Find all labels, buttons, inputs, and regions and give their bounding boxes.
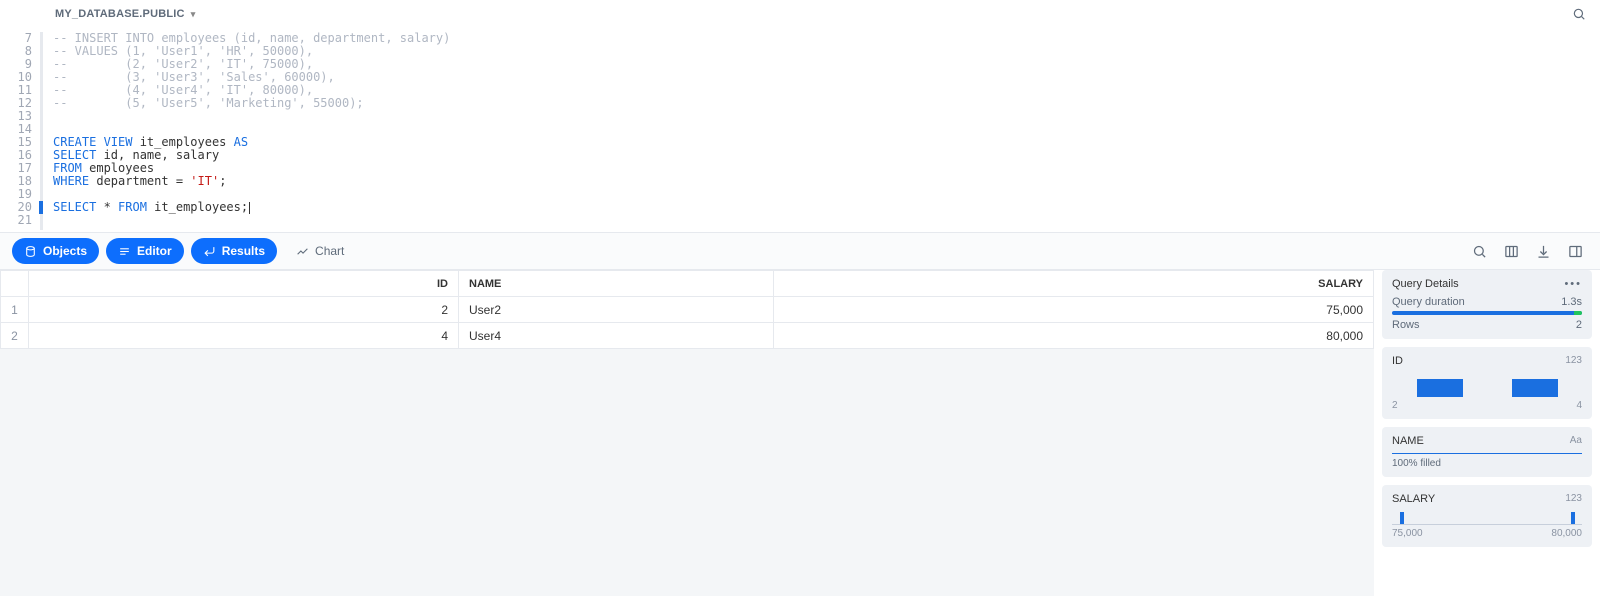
cell-salary[interactable]: 75,000: [774, 297, 1374, 323]
cell-id[interactable]: 4: [29, 323, 459, 349]
objects-button[interactable]: Objects: [12, 238, 99, 264]
table-header-row: ID NAME SALARY: [1, 271, 1374, 297]
id-tick-min: 2: [1392, 400, 1398, 411]
database-selector-label: MY_DATABASE.PUBLIC: [55, 8, 185, 20]
id-tick-max: 4: [1576, 400, 1582, 411]
histogram-bar: [1417, 379, 1463, 397]
duration-label: Query duration: [1392, 296, 1465, 308]
results-table[interactable]: ID NAME SALARY 12User275,00024User480,00…: [0, 270, 1374, 349]
name-fill-text: 100% filled: [1392, 458, 1582, 469]
id-stats-card[interactable]: ID 123 2 4: [1382, 347, 1592, 419]
cell-id[interactable]: 2: [29, 297, 459, 323]
salary-stats-card[interactable]: SALARY 123 75,000 80,000: [1382, 485, 1592, 547]
cell-name[interactable]: User4: [459, 323, 774, 349]
salary-tick-min: 75,000: [1392, 528, 1423, 539]
editor-code[interactable]: -- INSERT INTO employees (id, name, depa…: [40, 32, 1600, 230]
topbar: MY_DATABASE.PUBLIC ▾: [0, 0, 1600, 28]
name-card-title: NAME: [1392, 435, 1424, 447]
more-icon[interactable]: •••: [1564, 278, 1582, 290]
text-type-icon: Aa: [1570, 435, 1582, 447]
query-details-title: Query Details: [1392, 278, 1459, 290]
id-card-title: ID: [1392, 355, 1403, 367]
chart-button[interactable]: Chart: [284, 238, 356, 264]
download-icon[interactable]: [1530, 238, 1556, 264]
numeric-type-icon: 123: [1565, 355, 1582, 367]
salary-range: [1392, 513, 1582, 525]
editor-button-label: Editor: [137, 244, 172, 258]
id-histogram: [1392, 373, 1582, 397]
duration-bar: [1392, 311, 1582, 315]
chevron-down-icon: ▾: [191, 9, 196, 20]
row-number: 2: [1, 323, 29, 349]
salary-card-title: SALARY: [1392, 493, 1435, 505]
columns-icon[interactable]: [1498, 238, 1524, 264]
search-icon[interactable]: [1466, 238, 1492, 264]
column-header-salary[interactable]: SALARY: [774, 271, 1374, 297]
objects-button-label: Objects: [43, 244, 87, 258]
editor-button[interactable]: Editor: [106, 238, 184, 264]
table-row[interactable]: 24User480,000: [1, 323, 1374, 349]
search-icon[interactable]: [1572, 7, 1586, 21]
query-details-panel: Query Details ••• Query duration 1.3s Ro…: [1382, 270, 1592, 588]
histogram-bar: [1512, 379, 1558, 397]
editor-gutter: 789101112131415161718192021: [0, 32, 40, 230]
column-header-id[interactable]: ID: [29, 271, 459, 297]
database-selector[interactable]: MY_DATABASE.PUBLIC ▾: [55, 8, 195, 20]
sql-editor[interactable]: 789101112131415161718192021 -- INSERT IN…: [0, 32, 1600, 230]
name-stats-card[interactable]: NAME Aa 100% filled: [1382, 427, 1592, 477]
rows-value: 2: [1576, 319, 1582, 331]
results-button-label: Results: [222, 244, 265, 258]
chart-button-label: Chart: [315, 244, 344, 258]
cell-name[interactable]: User2: [459, 297, 774, 323]
query-details-card: Query Details ••• Query duration 1.3s Ro…: [1382, 270, 1592, 339]
duration-value: 1.3s: [1561, 296, 1582, 308]
row-number-header: [1, 271, 29, 297]
numeric-type-icon: 123: [1565, 493, 1582, 505]
results-area: ID NAME SALARY 12User275,00024User480,00…: [0, 270, 1374, 596]
table-row[interactable]: 12User275,000: [1, 297, 1374, 323]
panel-toggle-icon[interactable]: [1562, 238, 1588, 264]
row-number: 1: [1, 297, 29, 323]
salary-tick-max: 80,000: [1551, 528, 1582, 539]
cell-salary[interactable]: 80,000: [774, 323, 1374, 349]
column-header-name[interactable]: NAME: [459, 271, 774, 297]
results-button[interactable]: Results: [191, 238, 277, 264]
fill-bar: [1392, 453, 1582, 454]
results-toolbar: Objects Editor Results Chart: [0, 232, 1600, 270]
rows-label: Rows: [1392, 319, 1420, 331]
